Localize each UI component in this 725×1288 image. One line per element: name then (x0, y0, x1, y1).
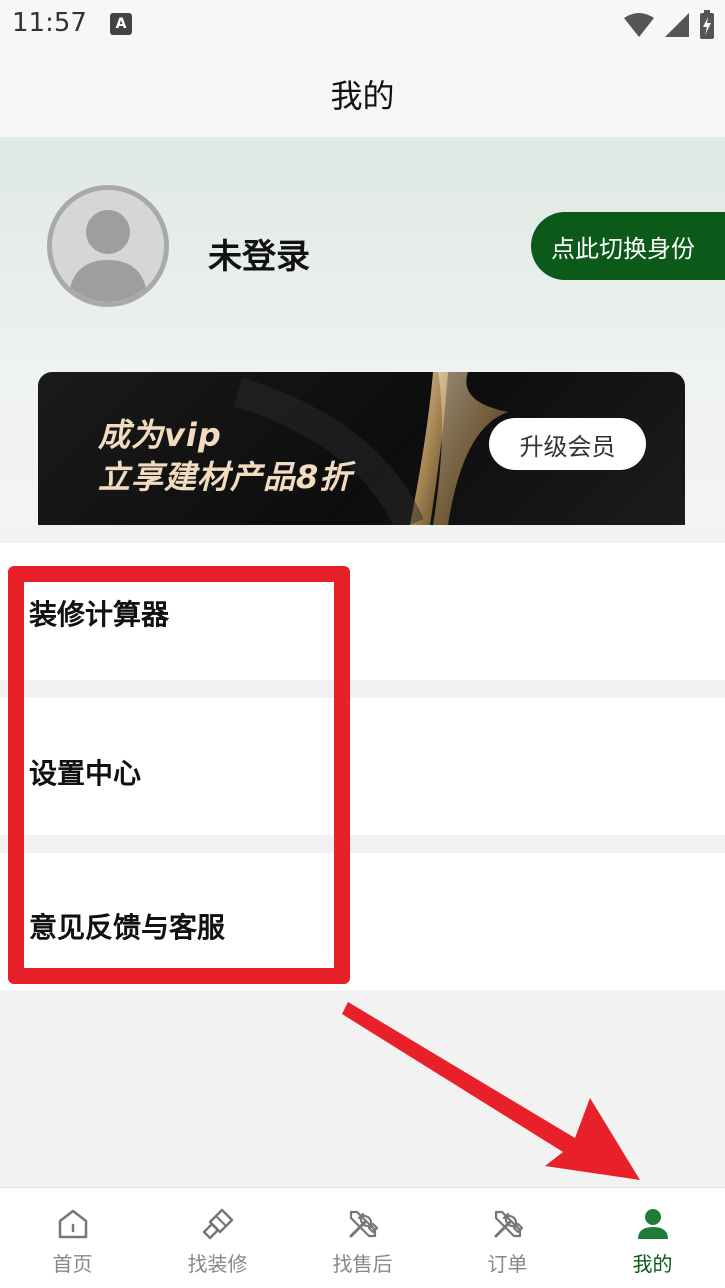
nav-label: 订单 (487, 1252, 528, 1276)
default-avatar-icon (52, 190, 164, 302)
nav-label: 找装修 (187, 1252, 248, 1276)
signal-icon (665, 13, 689, 37)
status-icons (623, 10, 715, 40)
nav-item-after-sales[interactable]: 找售后 (290, 1188, 435, 1288)
brush-icon (202, 1208, 233, 1240)
vip-banner[interactable]: 成为vip 立享建材产品8折 升级会员 (38, 372, 685, 525)
profile-section: 未登录 点此切换身份 成为vip 立享建材产品8折 升级会员 (0, 137, 725, 525)
nav-item-mine[interactable]: 我的 (580, 1188, 725, 1288)
tools-icon (494, 1210, 523, 1238)
user-icon (637, 1209, 668, 1239)
nav-item-orders[interactable]: 订单 (435, 1188, 580, 1288)
nav-label: 首页 (52, 1252, 93, 1276)
bottom-nav: 首页 找装修 找售后 订单 我的 (0, 1187, 725, 1288)
nav-label: 我的 (632, 1252, 673, 1276)
battery-icon (700, 10, 714, 39)
switch-identity-button[interactable]: 点此切换身份 (531, 212, 725, 280)
username[interactable]: 未登录 (208, 229, 310, 278)
app-header: 我的 (0, 50, 725, 137)
upgrade-membership-button[interactable]: 升级会员 (489, 418, 646, 470)
tools-icon (349, 1210, 378, 1238)
home-icon (58, 1209, 87, 1239)
wifi-icon (624, 13, 654, 37)
annotation-highlight-box (8, 566, 350, 984)
nav-item-home[interactable]: 首页 (0, 1188, 145, 1288)
accessibility-a-icon: A (110, 13, 132, 35)
page-title: 我的 (330, 76, 395, 115)
vip-slogan-line1: 成为vip (98, 416, 222, 454)
status-time: 11:57 (12, 8, 87, 38)
status-bar: 11:57 A (0, 0, 725, 50)
vip-slogan-line2: 立享建材产品8折 (98, 458, 353, 496)
nav-item-find-renovation[interactable]: 找装修 (145, 1188, 290, 1288)
avatar[interactable] (47, 185, 169, 307)
nav-label: 找售后 (332, 1252, 393, 1276)
